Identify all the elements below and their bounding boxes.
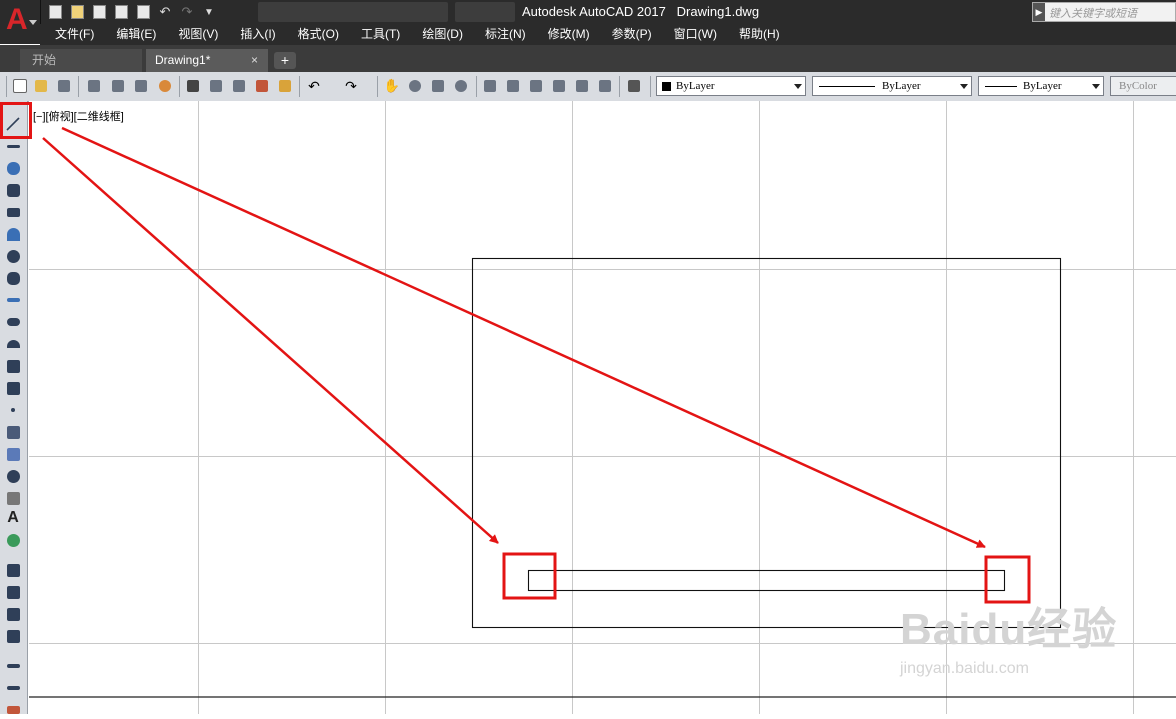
inner-rectangle bbox=[527, 569, 1006, 592]
hatch-icon[interactable] bbox=[4, 423, 22, 441]
gradient-icon[interactable] bbox=[4, 445, 22, 463]
revision-cloud-icon[interactable] bbox=[4, 269, 22, 287]
viewport-label[interactable]: [−][俯视][二维线框] bbox=[33, 108, 124, 124]
outer-rectangle bbox=[471, 257, 1062, 629]
dimension-icon[interactable] bbox=[4, 657, 22, 675]
layer-previous-icon[interactable] bbox=[4, 583, 22, 601]
rectangle-icon[interactable] bbox=[4, 203, 22, 221]
point-icon[interactable] bbox=[4, 401, 22, 419]
spline-icon[interactable] bbox=[4, 291, 22, 309]
highlight-box-line-tool bbox=[0, 102, 32, 139]
add-selected-icon[interactable] bbox=[4, 531, 22, 549]
insert-block-icon[interactable] bbox=[4, 357, 22, 375]
arc-icon[interactable] bbox=[4, 225, 22, 243]
layer-isolate-icon[interactable] bbox=[4, 605, 22, 623]
layer-properties-icon[interactable] bbox=[4, 561, 22, 579]
arrow-to-left-box bbox=[42, 137, 499, 544]
tolerance-icon[interactable] bbox=[4, 701, 22, 719]
ellipse-icon[interactable] bbox=[4, 313, 22, 331]
leader-icon[interactable] bbox=[4, 679, 22, 697]
region-icon[interactable] bbox=[4, 467, 22, 485]
polygon-icon[interactable] bbox=[4, 181, 22, 199]
ellipse-arc-icon[interactable] bbox=[4, 335, 22, 353]
multiline-text-icon[interactable]: A bbox=[4, 509, 22, 527]
baidu-watermark: Baidu经验 jingyan.baidu.com bbox=[900, 608, 1117, 678]
polyline-icon[interactable] bbox=[4, 159, 22, 177]
watermark-url: jingyan.baidu.com bbox=[900, 660, 1029, 677]
circle-icon[interactable] bbox=[4, 247, 22, 265]
table-icon[interactable] bbox=[4, 489, 22, 507]
highlight-box-right bbox=[984, 555, 1031, 604]
watermark-brand: Baidu经验 bbox=[900, 605, 1118, 654]
highlight-box-left bbox=[502, 552, 557, 600]
arrow-to-right-box bbox=[61, 126, 986, 549]
construction-line-icon[interactable] bbox=[4, 137, 22, 155]
layer-freeze-icon[interactable] bbox=[4, 627, 22, 645]
make-block-icon[interactable] bbox=[4, 379, 22, 397]
draw-toolbar: A bbox=[0, 101, 28, 714]
